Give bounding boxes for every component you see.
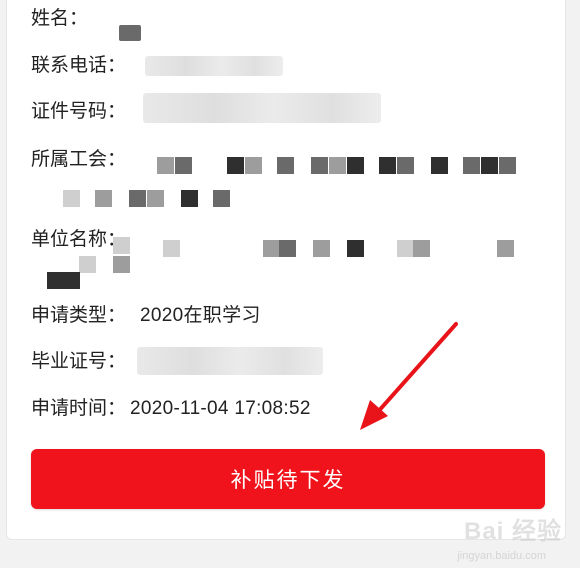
watermark-url: jingyan.baidu.com [457,550,546,562]
time-label: 申请时间： [31,398,127,419]
subsidy-status-button[interactable]: 补贴待下发 [31,449,545,509]
employer-label: 单位名称： [31,229,127,250]
phone-label: 联系电话： [31,55,127,76]
employer-row: 单位名称： [31,228,126,252]
type-value: 2020在职学习 [140,305,261,326]
name-row: 姓名： [31,7,88,31]
time-value: 2020-11-04 17:08:52 [130,398,311,419]
id-redacted [143,93,381,123]
id-label: 证件号码： [31,101,127,122]
phone-row: 联系电话： [31,54,126,78]
application-detail-card: 姓名： 联系电话： 证件号码： 所属工会： 单位名称： 申请类型： 2020在职… [6,0,566,540]
watermark-brand: Bai 经验 [463,518,562,545]
union-row: 所属工会： [31,148,126,172]
time-row: 申请时间： 2020-11-04 17:08:52 [31,397,311,421]
cert-row: 毕业证号： [31,350,126,374]
name-redacted [119,25,141,41]
cert-redacted [137,347,323,375]
cert-label: 毕业证号： [31,351,127,372]
id-row: 证件号码： [31,100,126,124]
phone-redacted [145,56,283,76]
union-label: 所属工会： [31,149,127,170]
type-row: 申请类型： 2020在职学习 [31,304,261,328]
name-label: 姓名： [31,8,89,29]
type-label: 申请类型： [31,305,127,326]
